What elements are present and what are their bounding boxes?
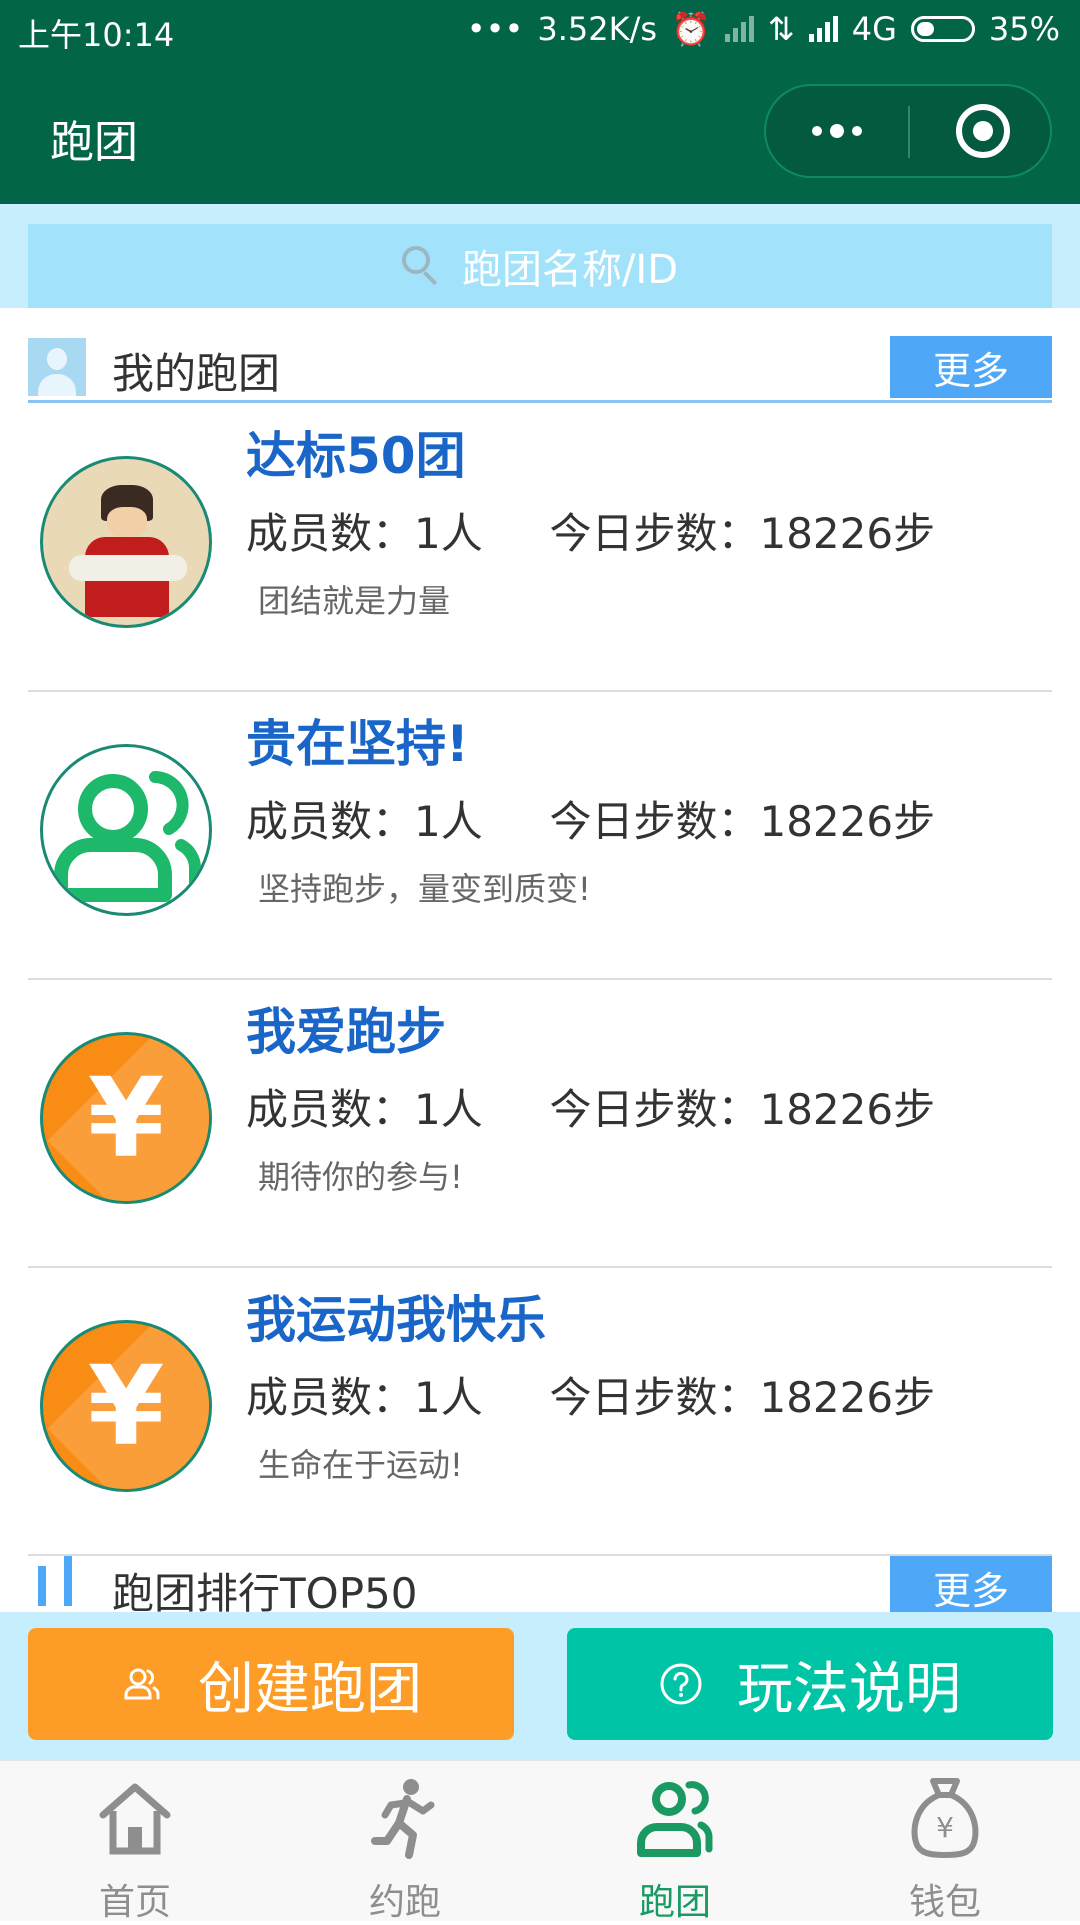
tab-bar: 首页 约跑 跑团 ¥ 钱包 (0, 1760, 1080, 1923)
tab-label: 首页 (98, 1882, 171, 1923)
data-transfer-icon: ⇅ (767, 10, 795, 48)
home-icon (99, 1783, 171, 1855)
team-motto: 坚持跑步，量变到质变! (258, 870, 591, 908)
my-teams-more-button[interactable]: 更多 (890, 336, 1052, 398)
team-name: 我运动我快乐 (246, 1291, 546, 1349)
capsule-more-button[interactable] (766, 86, 908, 176)
create-team-button[interactable]: 创建跑团 (28, 1628, 514, 1740)
create-team-label: 创建跑团 (198, 1656, 422, 1722)
page-title: 跑团 (50, 117, 138, 168)
tab-label: 钱包 (908, 1882, 981, 1923)
team-item[interactable]: ¥ 我运动我快乐 成员数：1人 今日步数：18226步 生命在于运动! (28, 1268, 1052, 1556)
network-type: 4G (851, 10, 897, 48)
money-bag-icon: ¥ (911, 1778, 979, 1859)
team-item[interactable]: ¥ 我爱跑步 成员数：1人 今日步数：18226步 期待你的参与! (28, 980, 1052, 1268)
team-motto: 生命在于运动! (258, 1446, 463, 1484)
signal-strong-icon (808, 16, 838, 42)
team-stats: 成员数：1人 今日步数：18226步 (246, 1373, 936, 1422)
search-input[interactable]: 跑团名称/ID (28, 224, 1052, 308)
yen-coin-avatar: ¥ (40, 1032, 212, 1204)
bar-chart-icon (38, 1566, 46, 1606)
dot-icon (812, 126, 822, 136)
team-name: 我爱跑步 (246, 1003, 446, 1061)
rules-label: 玩法说明 (737, 1656, 961, 1722)
rules-button[interactable]: 玩法说明 (567, 1628, 1053, 1740)
search-icon (401, 246, 442, 286)
group-icon (637, 1781, 713, 1857)
team-item[interactable]: 贵在坚持! 成员数：1人 今日步数：18226步 坚持跑步，量变到质变! (28, 692, 1052, 980)
user-avatar-icon (28, 338, 86, 396)
team-stats: 成员数：1人 今日步数：18226步 (246, 797, 936, 846)
my-teams-header: 我的跑团 更多 (28, 336, 1052, 403)
tab-run[interactable]: 约跑 (270, 1761, 540, 1923)
team-motto: 期待你的参与! (258, 1158, 463, 1196)
bar-chart-icon (64, 1556, 72, 1606)
search-area: 跑团名称/ID (0, 204, 1080, 308)
more-dots-icon: ••• (466, 10, 524, 48)
status-icons: ••• 3.52K/s ⏰ ⇅ 4G 35% (467, 10, 1060, 48)
battery-level: 35% (988, 10, 1060, 48)
nav-bar: 跑团 (0, 62, 1080, 204)
group-icon (54, 771, 201, 902)
alarm-icon: ⏰ (671, 10, 711, 48)
tab-label: 跑团 (638, 1882, 711, 1923)
team-motto: 团结就是力量 (258, 582, 451, 620)
capsule-close-button[interactable] (956, 104, 1010, 158)
status-bar: 上午10:14 ••• 3.52K/s ⏰ ⇅ 4G 35% (0, 0, 1080, 62)
signal-weak-icon (724, 16, 754, 42)
team-name: 贵在坚持! (246, 715, 469, 773)
mini-program-capsule (764, 84, 1052, 178)
people-icon (124, 1668, 160, 1700)
tab-label: 约跑 (368, 1882, 441, 1923)
question-circle-icon (660, 1663, 702, 1705)
team-name: 达标50团 (246, 427, 466, 485)
svg-text:¥: ¥ (936, 1811, 954, 1844)
status-time: 上午10:14 (18, 16, 175, 54)
ranking-more-button[interactable]: 更多 (890, 1556, 1052, 1618)
network-speed: 3.52K/s (537, 10, 658, 48)
tab-wallet[interactable]: ¥ 钱包 (810, 1761, 1080, 1923)
tab-home[interactable]: 首页 (0, 1761, 270, 1923)
capsule-divider (908, 106, 910, 158)
action-bar: 创建跑团 玩法说明 (0, 1612, 1080, 1760)
section-divider (28, 400, 1052, 403)
team-stats: 成员数：1人 今日步数：18226步 (246, 1085, 936, 1134)
yen-icon: ¥ (87, 1054, 165, 1182)
my-teams-title: 我的跑团 (112, 349, 281, 398)
dot-icon (830, 124, 844, 138)
yen-icon: ¥ (87, 1342, 165, 1470)
group-icon-avatar (40, 744, 212, 916)
team-item[interactable]: 达标50团 成员数：1人 今日步数：18226步 团结就是力量 (28, 404, 1052, 692)
dot-icon (852, 126, 862, 136)
team-stats: 成员数：1人 今日步数：18226步 (246, 509, 936, 558)
battery-icon (910, 16, 975, 42)
yen-coin-avatar: ¥ (40, 1320, 212, 1492)
tab-teams[interactable]: 跑团 (540, 1761, 810, 1923)
runner-icon (371, 1779, 435, 1859)
search-placeholder: 跑团名称/ID (461, 247, 679, 293)
anime-character-avatar (40, 456, 212, 628)
